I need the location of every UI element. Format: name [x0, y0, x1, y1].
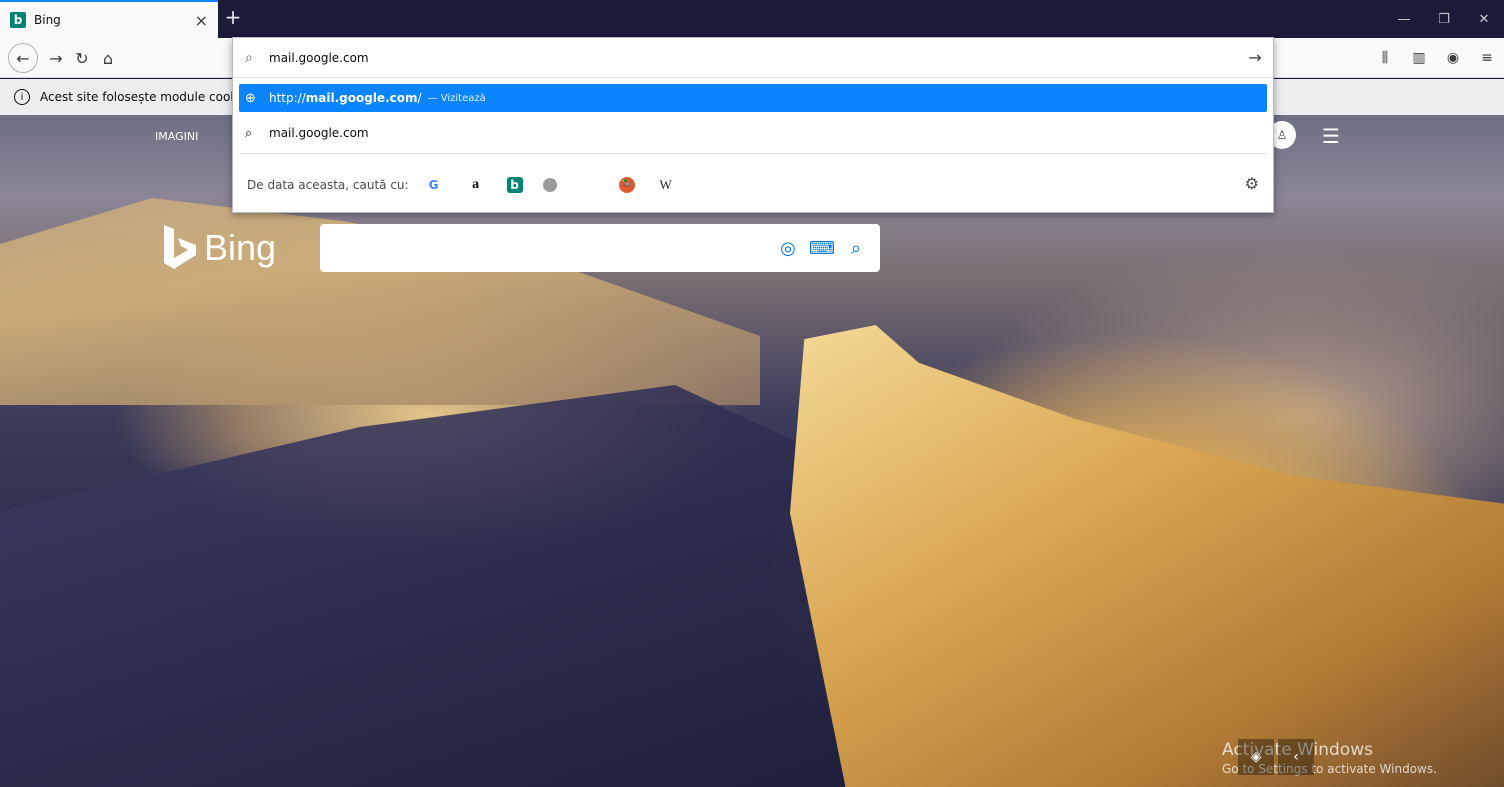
new-tab-button[interactable]: + — [222, 7, 244, 29]
notification-text: Acest site folosește module cooki — [40, 90, 241, 104]
tab-title: Bing — [34, 13, 61, 27]
back-button[interactable]: ← — [8, 43, 38, 73]
generic-search-engine-icon[interactable] — [542, 178, 557, 192]
suggestion-url-prefix: http:// — [269, 91, 306, 105]
wikipedia-engine-icon[interactable]: W — [655, 174, 677, 196]
window-controls: — ❐ ✕ — [1384, 0, 1504, 38]
bing-nav-images[interactable]: IMAGINI — [155, 130, 198, 143]
image-controls: ◈ ‹ — [1238, 739, 1314, 775]
suggestion-visit-url[interactable]: ⊕ http://mail.google.com / — Vizitează — [239, 84, 1267, 112]
one-off-search-engines: De data aceasta, caută cu: G a b 🦆 W — [247, 170, 697, 200]
bing-homepage — [0, 115, 1504, 787]
restore-icon[interactable]: ❐ — [1424, 0, 1464, 38]
tab-bing[interactable]: b Bing × — [0, 0, 218, 38]
window-close-icon[interactable]: ✕ — [1464, 0, 1504, 38]
google-engine-icon[interactable]: G — [423, 174, 445, 196]
tab-strip: b Bing × + — ❐ ✕ — [0, 0, 1504, 38]
search-icon: ⌕ — [245, 49, 253, 66]
bing-engine-icon[interactable]: b — [506, 177, 523, 193]
search-with-label: De data aceasta, caută cu: — [247, 178, 409, 192]
engine-spacer — [577, 174, 599, 196]
info-icon: i — [14, 89, 30, 105]
bing-search-box[interactable]: ◎ ⌨ ⌕ — [320, 224, 880, 272]
reload-button[interactable]: ↻ — [70, 46, 94, 70]
home-button[interactable]: ⌂ — [96, 46, 120, 70]
globe-icon: ⊕ — [245, 90, 256, 106]
address-bar[interactable]: ⌕ mail.google.com → — [233, 38, 1273, 78]
toolbar-right: ⫼ ▥ ◉ ≡ — [1368, 38, 1504, 78]
gear-icon[interactable]: ⚙ — [1245, 174, 1259, 193]
url-dropdown: ⌕ mail.google.com → ⊕ http://mail.google… — [232, 37, 1274, 213]
suggestion-search-text: mail.google.com — [269, 126, 369, 140]
background-dune-shadow — [0, 385, 900, 787]
bing-logo-icon — [164, 225, 196, 269]
previous-image-icon[interactable]: ‹ — [1278, 739, 1314, 775]
suggestion-url-bold: mail.google.com — [305, 91, 418, 105]
minimize-icon[interactable]: — — [1384, 0, 1424, 38]
go-arrow-icon[interactable]: → — [1237, 48, 1273, 67]
address-input[interactable]: mail.google.com — [269, 51, 1237, 65]
bing-logo: Bing — [162, 225, 276, 271]
search-icon: ⌕ — [245, 125, 253, 141]
forward-button[interactable]: → — [44, 46, 68, 70]
amazon-engine-icon[interactable]: a — [465, 174, 487, 196]
bing-menu-icon[interactable]: ☰ — [1322, 124, 1346, 148]
account-icon[interactable]: ◉ — [1436, 38, 1470, 78]
background-dune-lit — [790, 325, 1504, 787]
suggestion-search[interactable]: ⌕ mail.google.com — [239, 119, 1267, 147]
close-icon[interactable]: × — [195, 11, 208, 30]
duckduckgo-engine-icon[interactable]: 🦆 — [618, 177, 635, 193]
menu-icon[interactable]: ≡ — [1470, 38, 1504, 78]
suggestion-url-suffix: / — [417, 91, 422, 105]
suggestion-action: — Vizitează — [427, 92, 486, 104]
bing-logo-text: Bing — [204, 227, 277, 268]
bing-favicon-icon: b — [10, 12, 26, 28]
location-icon[interactable]: ◈ — [1238, 739, 1274, 775]
library-icon[interactable]: ⫼ — [1368, 38, 1402, 78]
keyboard-icon[interactable]: ⌨ — [809, 238, 835, 259]
search-icon[interactable]: ⌕ — [846, 238, 866, 259]
divider — [239, 153, 1267, 154]
sidebar-icon[interactable]: ▥ — [1402, 38, 1436, 78]
visual-search-icon[interactable]: ◎ — [778, 238, 798, 259]
